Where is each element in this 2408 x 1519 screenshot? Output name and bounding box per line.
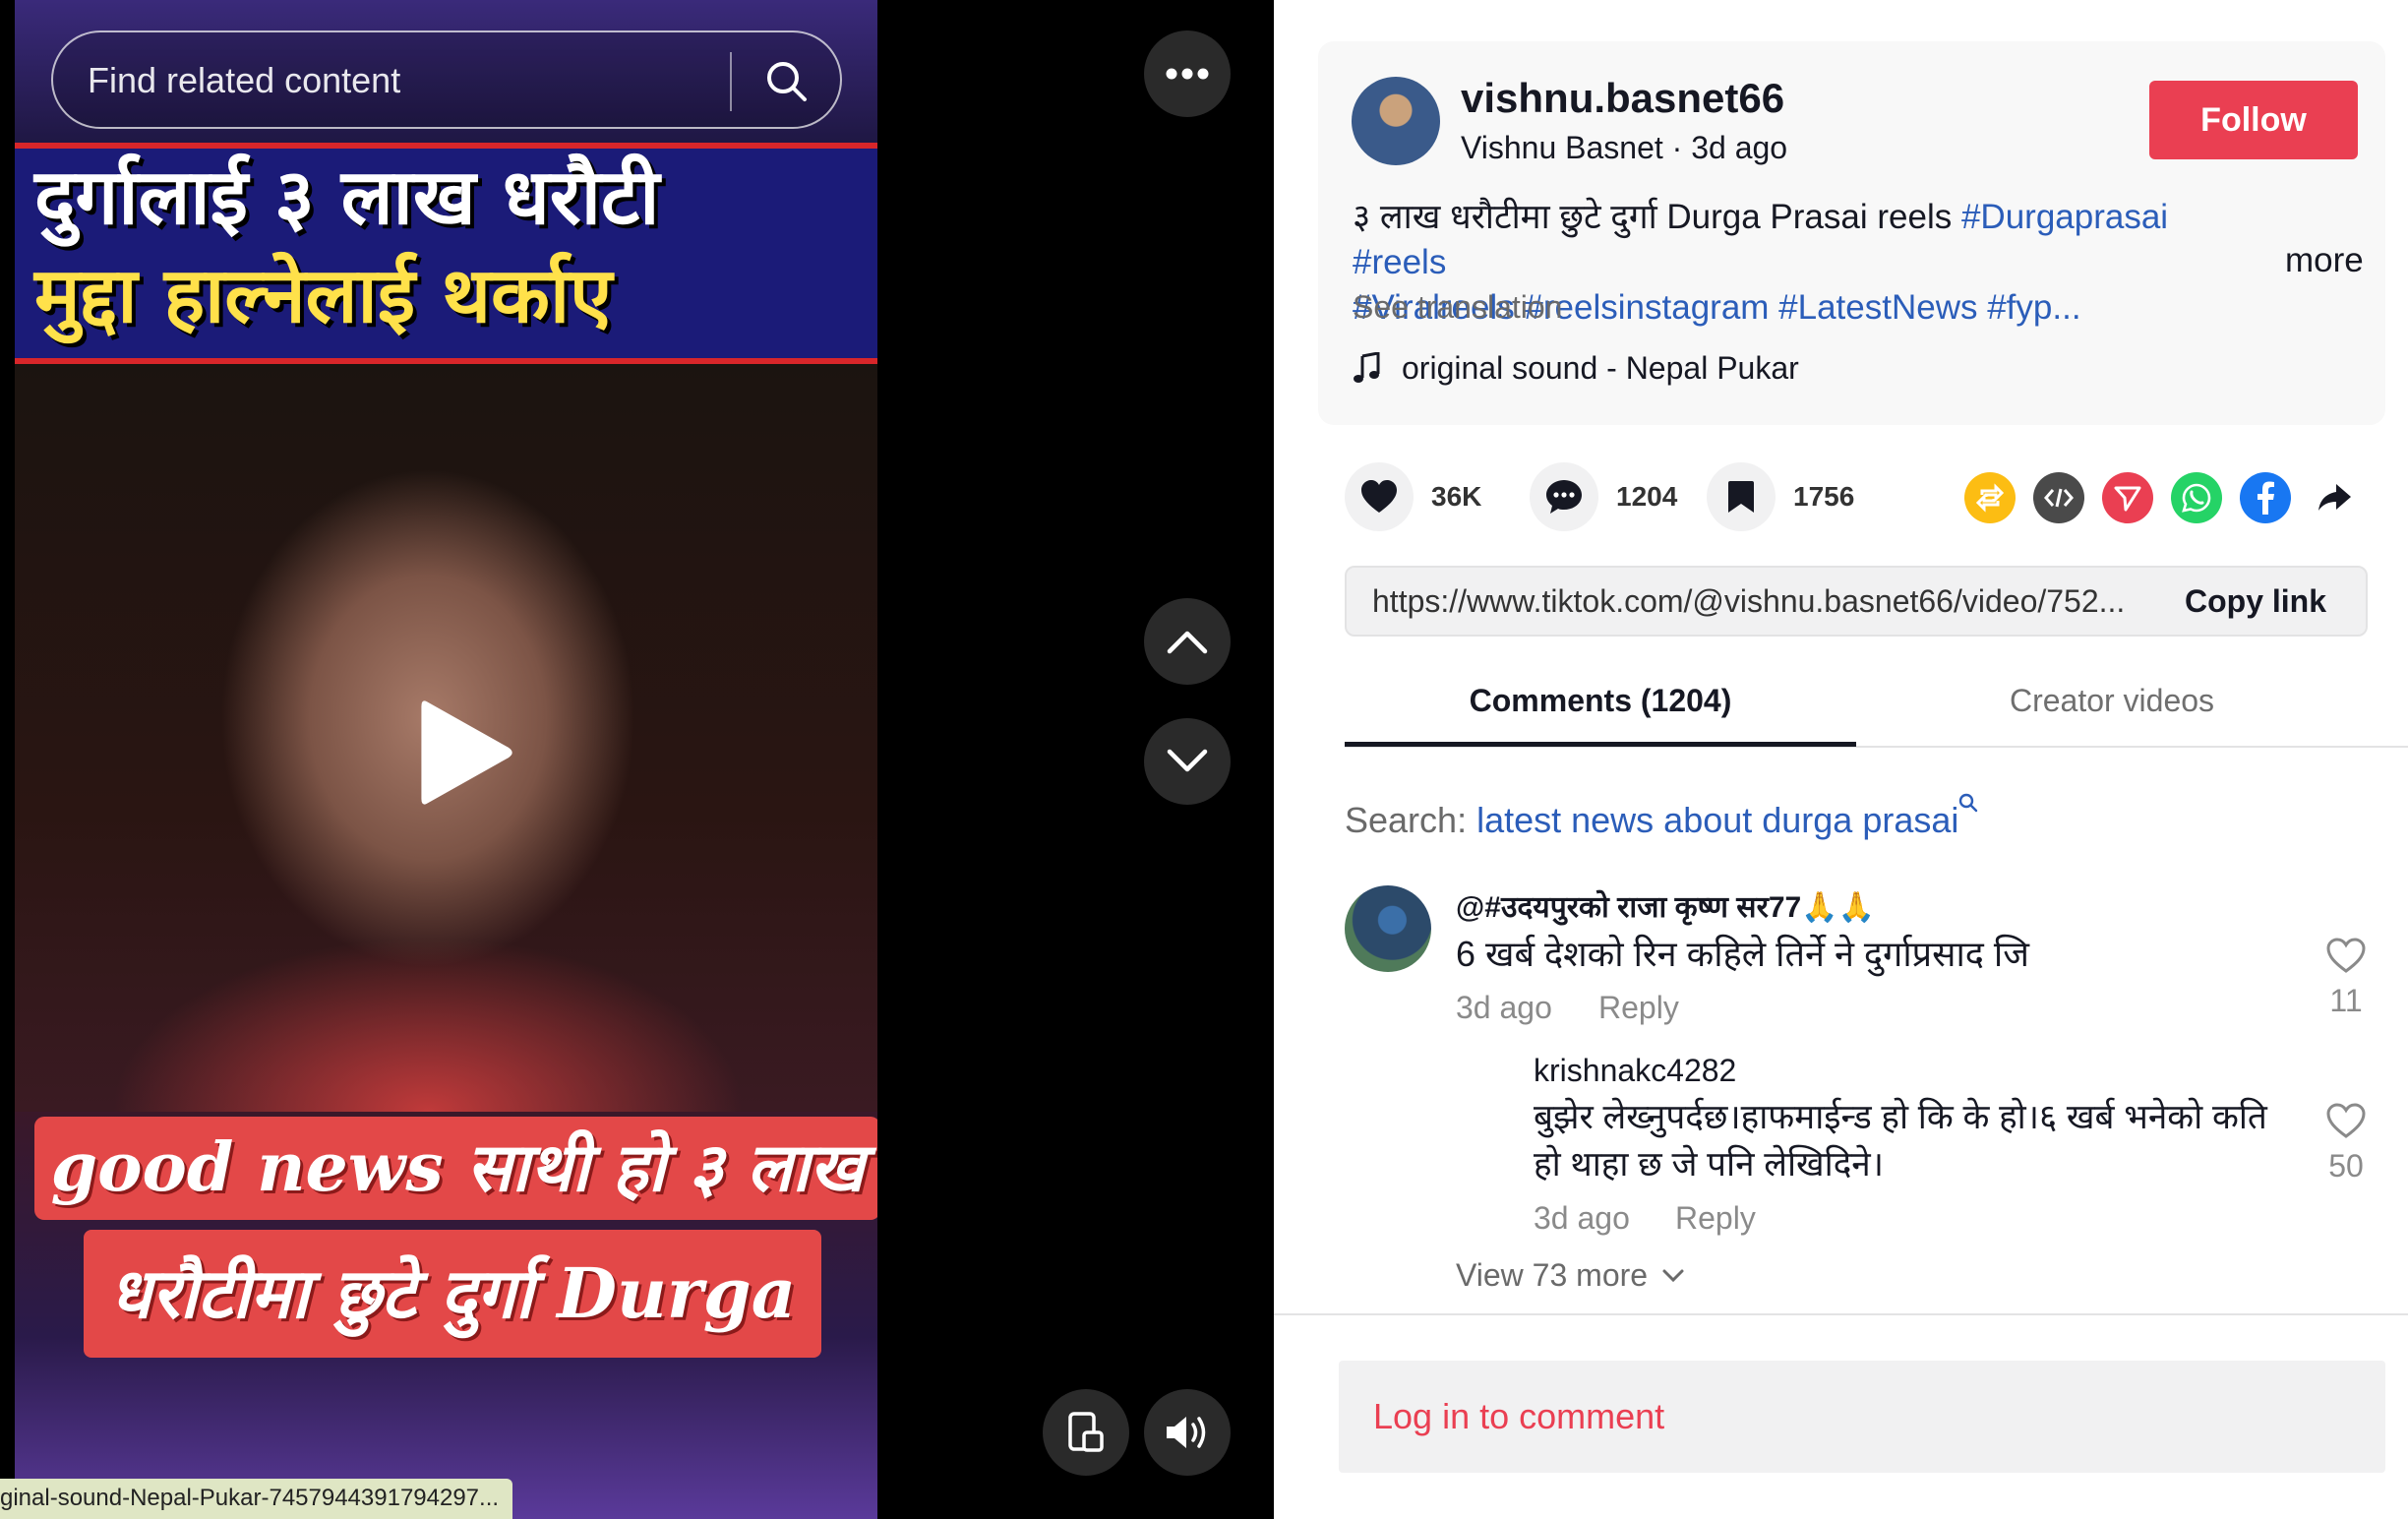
find-related-search[interactable]: Find related content [51, 30, 842, 129]
search-placeholder: Find related content [88, 60, 401, 100]
active-tab-indicator [1345, 742, 1856, 747]
like-count: 36K [1431, 481, 1482, 512]
share-arrow-icon[interactable] [2309, 472, 2360, 523]
reply-reply-button[interactable]: Reply [1675, 1200, 1756, 1237]
video-link-box: https://www.tiktok.com/@vishnu.basnet66/… [1345, 566, 2368, 637]
music-title: original sound - Nepal Pukar [1402, 349, 1799, 386]
embed-glyph [2044, 488, 2074, 508]
video-banner-line2: धरौटीमा छुटे दुर्गा Durga [108, 1252, 797, 1334]
comments-tabs: Comments (1204) Creator videos [1345, 669, 2408, 748]
bookmark-icon [1728, 481, 1754, 513]
comment-like-count: 11 [2329, 983, 2363, 1018]
repost-glyph [1975, 483, 2005, 513]
status-bar-url: ginal-sound-Nepal-Pukar-7457944391794297… [0, 1479, 513, 1519]
embed-icon[interactable] [2033, 472, 2084, 523]
search-suggestion[interactable]: Search: latest news about durga prasai [1345, 793, 1978, 841]
music-note-icon [1354, 352, 1380, 383]
comment-time: 3d ago [1456, 990, 1552, 1025]
send-glyph [2114, 486, 2141, 512]
heart-outline-icon [2326, 1103, 2366, 1138]
comment-reply-button[interactable]: Reply [1598, 990, 1679, 1026]
video-headline: दुर्गालाई ३ लाख धरौटी मुद्दा हाल्नेलाई थ… [15, 143, 877, 364]
share-arrow-glyph [2318, 484, 2351, 511]
heart-outline-icon [2326, 938, 2366, 973]
comment-button[interactable] [1530, 462, 1598, 531]
caption-text: ३ लाख धरौटीमा छुटे दुर्गा Durga Prasai r… [1353, 198, 1961, 236]
heart-icon [1361, 480, 1397, 513]
view-more-replies[interactable]: View 73 more [1456, 1257, 1685, 1294]
more-options-button[interactable] [1144, 30, 1231, 117]
video-headline-line1: दुर्गालाई ३ लाख धरौटी [34, 153, 660, 242]
next-video-button[interactable] [1144, 718, 1231, 805]
like-action[interactable]: 36K [1345, 462, 1481, 531]
facebook-glyph [2258, 481, 2274, 515]
description-card: vishnu.basnet66 Vishnu Basnet · 3d ago F… [1318, 41, 2385, 425]
reply-like[interactable]: 50 [2317, 1102, 2376, 1185]
previous-video-button[interactable] [1144, 598, 1231, 685]
info-panel: vishnu.basnet66 Vishnu Basnet · 3d ago F… [1274, 0, 2408, 1519]
more-dots-icon [1166, 68, 1209, 80]
tab-creator-videos[interactable]: Creator videos [1856, 683, 2368, 719]
reply-like-count: 50 [2328, 1148, 2364, 1184]
copy-link-button[interactable]: Copy link [2185, 583, 2326, 620]
comment-like[interactable]: 11 [2317, 937, 2376, 1019]
creator-username[interactable]: vishnu.basnet66 [1461, 75, 1784, 122]
comment-text: 6 खर्ब देशको रिन कहिले तिर्ने ने दुर्गाप… [1456, 934, 2029, 974]
video-headline-line2: मुद्दा हाल्नेलाई थर्काए [34, 252, 613, 340]
view-more-label: View 73 more [1456, 1257, 1649, 1293]
login-to-comment-label[interactable]: Log in to comment [1373, 1396, 1664, 1437]
comment-count: 1204 [1616, 481, 1678, 512]
reply-time: 3d ago [1534, 1200, 1630, 1236]
whatsapp-glyph [2182, 483, 2211, 513]
video-banner-line1: good news साथी हो ३ लाख [50, 1128, 865, 1207]
save-action[interactable]: 1756 [1707, 462, 1854, 531]
chevron-up-icon [1167, 631, 1208, 654]
facebook-icon[interactable] [2240, 472, 2291, 523]
video-banner-2: धरौटीमा छुटे दुर्गा Durga [84, 1230, 821, 1358]
play-icon[interactable] [398, 689, 526, 817]
music-link[interactable]: original sound - Nepal Pukar [1353, 346, 1799, 390]
search-icon [1959, 793, 1978, 813]
chevron-down-icon [1662, 1269, 1684, 1282]
like-button[interactable] [1345, 462, 1414, 531]
action-bar: 36K 1204 1756 [1345, 462, 2387, 531]
reply-text: बुझेर लेख्नुपर्दछ।हाफमाईन्ड हो कि के हो।… [1534, 1098, 2267, 1184]
follow-button[interactable]: Follow [2149, 81, 2358, 159]
tab-comments[interactable]: Comments (1204) [1345, 683, 1856, 719]
see-translation-link[interactable]: See translation [1353, 289, 1562, 326]
chevron-down-icon [1167, 749, 1208, 772]
volume-icon [1167, 1417, 1206, 1448]
repost-icon[interactable] [1964, 472, 2016, 523]
whatsapp-icon[interactable] [2171, 472, 2222, 523]
caption-more-button[interactable]: more [2285, 241, 2364, 280]
comment-avatar[interactable] [1345, 885, 1431, 972]
send-icon[interactable] [2102, 472, 2153, 523]
search-suggestion-label: Search: [1345, 800, 1477, 840]
video-banner-1: good news साथी हो ३ लाख [34, 1117, 877, 1220]
comment-bubble-icon [1546, 480, 1582, 514]
video-link-url[interactable]: https://www.tiktok.com/@vishnu.basnet66/… [1372, 583, 2125, 620]
comment-action[interactable]: 1204 [1530, 462, 1677, 531]
save-button[interactable] [1707, 462, 1776, 531]
reply-username[interactable]: krishnakc4282 [1534, 1053, 1736, 1089]
creator-nickname-time: Vishnu Basnet · 3d ago [1461, 130, 1788, 165]
floating-player-button[interactable] [1043, 1389, 1129, 1476]
search-suggestion-query[interactable]: latest news about durga prasai [1476, 800, 1958, 840]
floating-player-icon [1068, 1412, 1104, 1452]
creator-avatar[interactable] [1352, 77, 1440, 165]
volume-button[interactable] [1144, 1389, 1231, 1476]
search-icon[interactable] [763, 58, 811, 105]
video-player[interactable]: दुर्गालाई ३ लाख धरौटी मुद्दा हाल्नेलाई थ… [0, 0, 1274, 1519]
search-divider [730, 52, 732, 111]
save-count: 1756 [1793, 481, 1855, 512]
divider [1274, 1313, 2408, 1315]
login-to-comment-box[interactable]: Log in to comment [1339, 1361, 2385, 1473]
comment-username[interactable]: @#उदयपुरको राजा कृष्ण सर77🙏🙏 [1456, 885, 1875, 926]
